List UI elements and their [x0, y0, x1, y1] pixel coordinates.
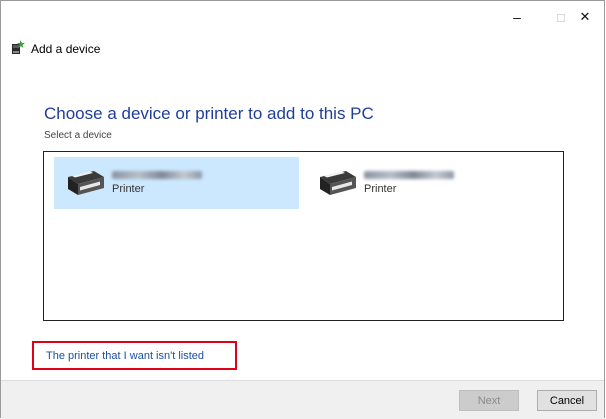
highlight-box: The printer that I want isn't listed: [32, 341, 237, 370]
device-text: Printer: [364, 171, 454, 195]
device-type: Printer: [364, 183, 397, 195]
window-title-row: Add a device: [11, 39, 101, 59]
device-name-redacted: [112, 171, 202, 179]
minimize-icon: –: [513, 9, 521, 25]
window-title: Add a device: [31, 42, 101, 56]
device-type: Printer: [112, 183, 145, 195]
button-bar: Next Cancel: [1, 380, 604, 419]
page-heading: Choose a device or printer to add to thi…: [44, 104, 374, 123]
device-list: Printer Printer: [43, 151, 564, 321]
select-device-label: Select a device: [44, 130, 112, 141]
printer-icon: [312, 163, 360, 203]
minimize-button[interactable]: –: [494, 1, 540, 33]
printer-add-icon: [11, 39, 25, 59]
next-button[interactable]: Next: [459, 390, 519, 411]
printer-icon: [60, 163, 108, 203]
device-item-1[interactable]: Printer: [54, 157, 299, 209]
printer-not-listed-link[interactable]: The printer that I want isn't listed: [46, 350, 204, 362]
device-text: Printer: [112, 171, 202, 195]
close-icon: ✕: [579, 9, 591, 24]
add-device-window: – □ ✕ Add a device Choose a device or pr…: [0, 0, 606, 419]
device-item-2[interactable]: Printer: [306, 157, 551, 209]
close-button[interactable]: ✕: [562, 1, 606, 33]
cancel-button[interactable]: Cancel: [537, 390, 597, 411]
device-name-redacted: [364, 171, 454, 179]
